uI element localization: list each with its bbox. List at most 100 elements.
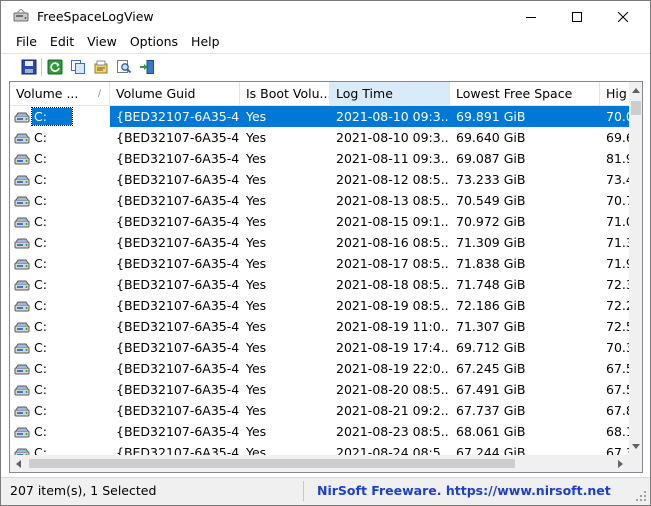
maximize-button[interactable] bbox=[554, 1, 600, 32]
cell-highest-free-space: 72.2 bbox=[606, 298, 629, 313]
column-header-volume-guid[interactable]: Volume Guid bbox=[110, 82, 240, 106]
cell-volume: C: bbox=[10, 442, 110, 455]
cell-volume-guid: {BED32107-6A35-4... bbox=[116, 445, 240, 455]
menu-bar: File Edit View Options Help bbox=[1, 32, 650, 52]
column-header-log-time[interactable]: Log Time bbox=[330, 82, 450, 106]
column-header-volume[interactable]: Volume ... ∕ bbox=[10, 82, 110, 106]
cell-highest-free-space: 72.3 bbox=[606, 277, 629, 292]
window-title: FreeSpaceLogView bbox=[37, 9, 154, 24]
refresh-button[interactable] bbox=[43, 56, 66, 78]
properties-icon bbox=[94, 60, 107, 73]
copy-button[interactable] bbox=[66, 56, 89, 78]
cell-log-time: 2021-08-24 08:5... bbox=[336, 445, 450, 455]
drive-icon bbox=[14, 217, 30, 227]
close-button[interactable] bbox=[600, 1, 646, 32]
table-row[interactable]: C: {BED32107-6A35-4... Yes 2021-08-12 08:5.… bbox=[10, 169, 629, 190]
table-row[interactable]: C: {BED32107-6A35-4... Yes 2021-08-19 11:0.… bbox=[10, 316, 629, 337]
minimize-button[interactable] bbox=[508, 1, 554, 32]
table-row[interactable]: C: {BED32107-6A35-4... Yes 2021-08-11 09:3.… bbox=[10, 148, 629, 169]
cell-highest-free-space: 69.6 bbox=[606, 130, 629, 145]
cell-volume: C: bbox=[10, 316, 110, 337]
menu-file[interactable]: File bbox=[10, 32, 44, 52]
drive-icon bbox=[14, 364, 30, 374]
drive-icon bbox=[14, 385, 30, 395]
exit-button[interactable] bbox=[135, 56, 158, 78]
horizontal-scrollbar[interactable] bbox=[10, 455, 629, 472]
cell-volume: C: bbox=[10, 400, 110, 421]
volume-name: C: bbox=[34, 277, 47, 292]
table-row[interactable]: C: {BED32107-6A35-4... Yes 2021-08-17 08:5.… bbox=[10, 253, 629, 274]
scroll-right-button[interactable] bbox=[612, 455, 629, 472]
properties-button[interactable] bbox=[89, 56, 112, 78]
vertical-scroll-thumb[interactable] bbox=[631, 101, 641, 115]
drive-icon bbox=[14, 427, 30, 437]
table-row[interactable]: C: {BED32107-6A35-4... Yes 2021-08-23 08:5.… bbox=[10, 421, 629, 442]
scrollbar-corner bbox=[629, 455, 642, 472]
table-row[interactable]: C: {BED32107-6A35-4... Yes 2021-08-24 08:5.… bbox=[10, 442, 629, 455]
table-row[interactable]: C: {BED32107-6A35-4... Yes 2021-08-19 08:5.… bbox=[10, 295, 629, 316]
vertical-scrollbar[interactable] bbox=[629, 82, 642, 455]
cell-is-boot-volume: Yes bbox=[246, 382, 267, 397]
cell-volume: C: bbox=[10, 232, 110, 253]
cell-highest-free-space: 67.5 bbox=[606, 382, 629, 397]
volume-name: C: bbox=[34, 172, 47, 187]
status-divider bbox=[303, 481, 304, 501]
cell-volume: C: bbox=[10, 421, 110, 442]
find-button[interactable] bbox=[112, 56, 135, 78]
cell-log-time: 2021-08-19 22:0... bbox=[336, 361, 450, 376]
title-bar[interactable]: FreeSpaceLogView bbox=[1, 1, 650, 32]
cell-is-boot-volume: Yes bbox=[246, 235, 267, 250]
table-row[interactable]: C: {BED32107-6A35-4... Yes 2021-08-20 08:5.… bbox=[10, 379, 629, 400]
cell-highest-free-space: 67.5 bbox=[606, 361, 629, 376]
cell-volume: C: bbox=[10, 379, 110, 400]
scroll-left-button[interactable] bbox=[10, 455, 27, 472]
volume-name: C: bbox=[34, 445, 47, 455]
cell-volume-guid: {BED32107-6A35-4... bbox=[116, 340, 240, 355]
toolbar-separator bbox=[41, 57, 42, 76]
column-header-lowest-free-space[interactable]: Lowest Free Space bbox=[450, 82, 600, 106]
table-row[interactable]: C: {BED32107-6A35-4... Yes 2021-08-15 09:1.… bbox=[10, 211, 629, 232]
find-icon bbox=[116, 59, 131, 73]
drive-icon bbox=[14, 301, 30, 311]
cell-highest-free-space: 67.3 bbox=[606, 445, 629, 455]
cell-log-time: 2021-08-19 08:5... bbox=[336, 298, 450, 313]
cell-lowest-free-space: 71.748 GiB bbox=[456, 277, 526, 292]
cell-lowest-free-space: 73.233 GiB bbox=[456, 172, 526, 187]
volume-name: C: bbox=[34, 340, 47, 355]
cell-volume: C: bbox=[10, 358, 110, 379]
table-row[interactable]: C: {BED32107-6A35-4... Yes 2021-08-13 08:5.… bbox=[10, 190, 629, 211]
nirsoft-link[interactable]: NirSoft Freeware. https://www.nirsoft.ne… bbox=[317, 483, 611, 498]
cell-lowest-free-space: 67.491 GiB bbox=[456, 382, 526, 397]
cell-lowest-free-space: 70.549 GiB bbox=[456, 193, 526, 208]
menu-help[interactable]: Help bbox=[185, 32, 227, 52]
menu-view[interactable]: View bbox=[81, 32, 124, 52]
column-header-highest-free-space[interactable]: Hig bbox=[600, 82, 629, 106]
horizontal-scroll-thumb[interactable] bbox=[29, 459, 515, 468]
column-header-is-boot-volume[interactable]: Is Boot Volu... bbox=[240, 82, 330, 106]
cell-volume: C: bbox=[10, 127, 110, 148]
cell-is-boot-volume: Yes bbox=[246, 256, 267, 271]
cell-log-time: 2021-08-12 08:5... bbox=[336, 172, 450, 187]
volume-name: C: bbox=[34, 319, 47, 334]
scroll-down-button[interactable] bbox=[629, 438, 642, 455]
table-row[interactable]: C: {BED32107-6A35-4... Yes 2021-08-21 09:2.… bbox=[10, 400, 629, 421]
table-row[interactable]: C: {BED32107-6A35-4... Yes 2021-08-19 22:0.… bbox=[10, 358, 629, 379]
save-icon bbox=[21, 59, 36, 74]
resize-grip-icon[interactable] bbox=[635, 490, 647, 502]
table-row[interactable]: C: {BED32107-6A35-4... Yes 2021-08-16 08:5.… bbox=[10, 232, 629, 253]
drive-icon bbox=[14, 406, 30, 416]
table-row[interactable]: C: {BED32107-6A35-4... Yes 2021-08-19 17:4.… bbox=[10, 337, 629, 358]
table-row[interactable]: C: {BED32107-6A35-4... Yes 2021-08-10 09:3.… bbox=[10, 106, 629, 127]
log-list-view[interactable]: Volume ... ∕ Volume Guid Is Boot Volu...… bbox=[9, 81, 643, 473]
scroll-up-button[interactable] bbox=[629, 82, 642, 99]
cell-volume-guid: {BED32107-6A35-4... bbox=[116, 214, 240, 229]
cell-volume-guid: {BED32107-6A35-4... bbox=[116, 403, 240, 418]
menu-edit[interactable]: Edit bbox=[44, 32, 81, 52]
save-button[interactable] bbox=[17, 56, 40, 78]
drive-icon bbox=[14, 280, 30, 290]
cell-volume-guid: {BED32107-6A35-4... bbox=[116, 382, 240, 397]
table-row[interactable]: C: {BED32107-6A35-4... Yes 2021-08-10 09:3.… bbox=[10, 127, 629, 148]
menu-options[interactable]: Options bbox=[124, 32, 185, 52]
minimize-icon bbox=[526, 16, 536, 18]
table-row[interactable]: C: {BED32107-6A35-4... Yes 2021-08-18 08:5.… bbox=[10, 274, 629, 295]
